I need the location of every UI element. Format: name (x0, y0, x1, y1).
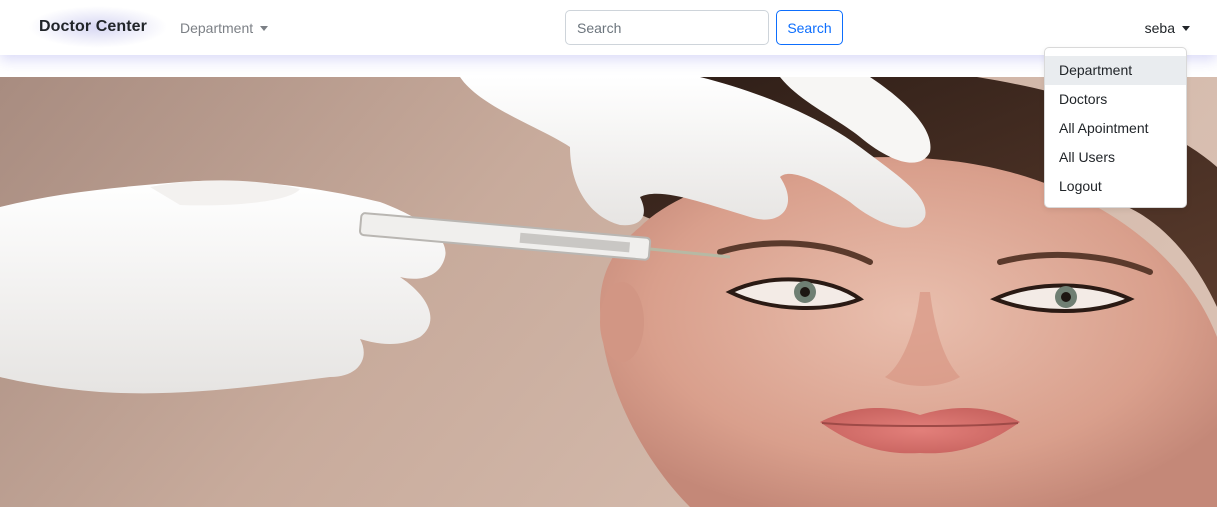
menu-item-all-appointments[interactable]: All Apointment (1045, 114, 1186, 143)
hero-image (0, 77, 1217, 507)
department-dropdown-toggle[interactable]: Department (180, 20, 269, 36)
brand-link[interactable]: Doctor Center (39, 18, 147, 36)
caret-down-icon (260, 26, 269, 31)
department-label: Department (180, 20, 254, 36)
menu-item-doctors[interactable]: Doctors (1045, 85, 1186, 114)
menu-item-all-users[interactable]: All Users (1045, 143, 1186, 172)
caret-down-icon (1182, 26, 1190, 31)
search-button[interactable]: Search (776, 10, 843, 45)
user-dropdown-toggle[interactable]: seba (1145, 20, 1190, 36)
search-input[interactable] (565, 10, 769, 45)
cosmetic-injection-photo (0, 77, 1217, 507)
user-name-label: seba (1144, 20, 1175, 36)
user-dropdown-menu: Department Doctors All Apointment All Us… (1044, 47, 1187, 208)
top-navbar: Doctor Center Department Search seba (0, 0, 1217, 55)
menu-item-department[interactable]: Department (1045, 56, 1186, 85)
menu-item-logout[interactable]: Logout (1045, 172, 1186, 201)
